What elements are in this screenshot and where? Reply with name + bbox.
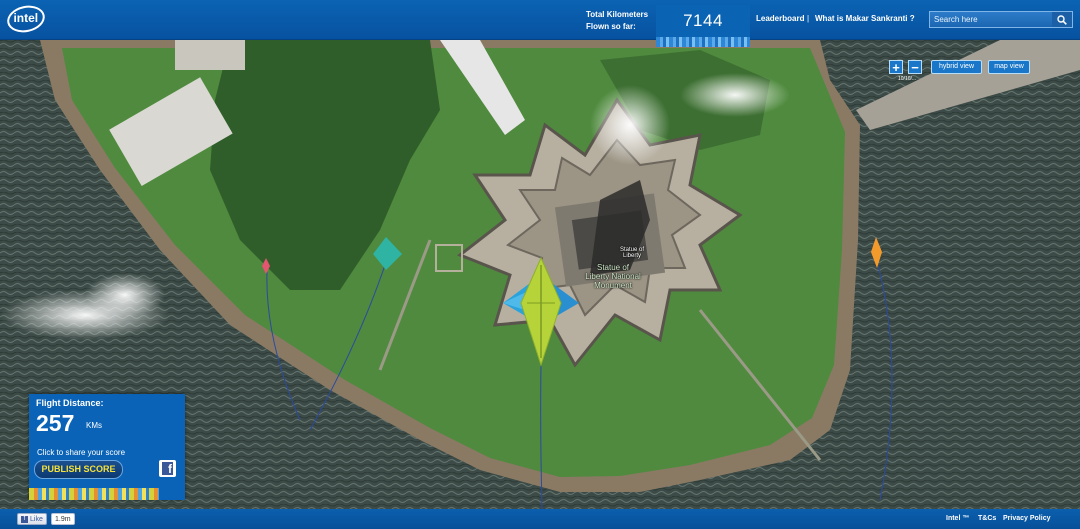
cloud — [590, 85, 670, 165]
zoom-out-button[interactable]: − — [908, 60, 922, 74]
logo-text: intel — [13, 11, 39, 26]
leaderboard-link[interactable]: Leaderboard — [756, 14, 804, 23]
zoom-in-button[interactable]: + — [889, 60, 903, 74]
flight-distance-panel: Flight Distance: 257 KMs Click to share … — [29, 394, 185, 500]
flight-distance-title: Flight Distance: — [36, 398, 104, 408]
bottom-bar: f Like 1.9m Intel ™ T&Cs Privacy Policy — [0, 509, 1080, 529]
hybrid-view-button[interactable]: hybrid view — [931, 60, 982, 74]
facebook-like-button[interactable]: f Like — [17, 513, 47, 525]
footer-tc-link[interactable]: T&Cs — [978, 515, 996, 522]
search-icon — [1057, 14, 1067, 25]
like-count: 1.9m — [51, 513, 75, 525]
nav-separator: | — [807, 14, 810, 23]
km-counter: 7144 — [656, 5, 750, 47]
cloud — [680, 73, 790, 117]
panel-stripes — [29, 488, 159, 500]
zoom-caption: 10/10/... — [898, 76, 917, 82]
map-label-statue: Statue of Liberty — [619, 247, 645, 259]
search-box — [929, 11, 1073, 28]
flight-distance-unit: KMs — [86, 421, 102, 430]
footer-privacy-link[interactable]: Privacy Policy — [1003, 515, 1050, 522]
facebook-icon: f — [162, 462, 173, 476]
facebook-share-button[interactable]: f — [159, 460, 176, 477]
intel-logo[interactable]: intel — [4, 2, 48, 36]
km-label-line2: Flown so far: — [586, 22, 636, 31]
footer-intel-link[interactable]: Intel ™ — [946, 515, 969, 522]
km-counter-stripes — [656, 37, 750, 47]
facebook-like-icon: f — [21, 515, 28, 523]
km-label-line1: Total Kilometers — [586, 10, 649, 19]
building-north — [175, 40, 245, 70]
search-button[interactable] — [1052, 12, 1072, 27]
km-label: Total Kilometers Flown so far: — [586, 9, 656, 33]
flight-distance-value: 257 — [36, 410, 75, 436]
like-label: Like — [30, 516, 43, 523]
km-total-value: 7144 — [683, 11, 723, 30]
search-input[interactable] — [930, 12, 1054, 27]
map-label-monument: Statue of Liberty National Monument — [585, 263, 641, 290]
publish-score-button[interactable]: PUBLISH SCORE — [34, 460, 123, 479]
what-is-makar-sankranti-link[interactable]: What is Makar Sankranti ? — [815, 14, 915, 23]
map-view-button[interactable]: map view — [988, 60, 1030, 74]
top-bar: intel Total Kilometers Flown so far: 714… — [0, 0, 1080, 47]
share-text: Click to share your score — [37, 448, 126, 457]
cloud — [85, 273, 165, 317]
